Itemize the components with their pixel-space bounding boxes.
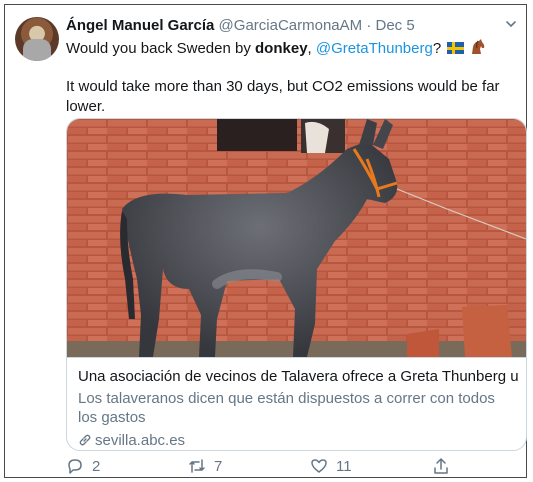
author-name[interactable]: Ángel Manuel García — [66, 17, 214, 34]
tweet-actions: 2 7 11 — [66, 457, 506, 477]
link-icon — [79, 434, 91, 446]
tweet-text-part: Would you back Sweden by — [66, 40, 256, 57]
author-handle[interactable]: @GarciaCarmonaAM — [219, 17, 363, 34]
bold-word: donkey — [255, 40, 308, 57]
like-count: 11 — [336, 457, 352, 475]
tweet-container: Ángel Manuel García @GarciaCarmonaAM · D… — [4, 4, 527, 478]
card-description: Los talaveranos dicen que están dispuest… — [78, 390, 495, 426]
tweet-date[interactable]: Dec 5 — [376, 17, 415, 34]
horse-icon — [471, 39, 484, 54]
mention-link[interactable]: @GretaThunberg — [316, 40, 433, 57]
reply-icon — [68, 459, 82, 474]
retweet-count: 7 — [214, 457, 223, 475]
sweden-flag-icon — [447, 42, 465, 54]
share-icon — [434, 458, 448, 474]
separator-dot: · — [366, 17, 372, 34]
tweet-header: Ángel Manuel García @GarciaCarmonaAM · D… — [66, 17, 415, 34]
card-domain-text: sevilla.abc.es — [95, 432, 186, 449]
avatar[interactable] — [15, 17, 59, 61]
tweet-text-part: , — [307, 40, 316, 57]
like-icon — [311, 459, 327, 473]
tweet-paragraph-1: Would you back Sweden by donkey, @GretaT… — [66, 39, 506, 59]
tweet-text-part: ? — [432, 40, 442, 57]
card-text-area[interactable]: Una asociación de vecinos de Talavera of… — [67, 357, 526, 450]
link-card[interactable]: Una asociación de vecinos de Talavera of… — [66, 118, 527, 451]
tweet-text: Would you back Sweden by donkey, @GretaT… — [66, 39, 506, 117]
card-image[interactable] — [67, 119, 526, 357]
chevron-down-icon[interactable] — [504, 17, 518, 31]
card-title: Una asociación de vecinos de Talavera of… — [78, 368, 518, 385]
tweet-paragraph-2: It would take more than 30 days, but CO2… — [66, 78, 500, 115]
like-button[interactable]: 11 — [310, 457, 352, 475]
card-domain: sevilla.abc.es — [78, 432, 185, 449]
retweet-button[interactable]: 7 — [188, 457, 222, 475]
retweet-icon — [189, 459, 205, 473]
reply-count: 2 — [92, 457, 101, 475]
reply-button[interactable]: 2 — [66, 457, 100, 475]
share-button[interactable] — [432, 457, 450, 475]
